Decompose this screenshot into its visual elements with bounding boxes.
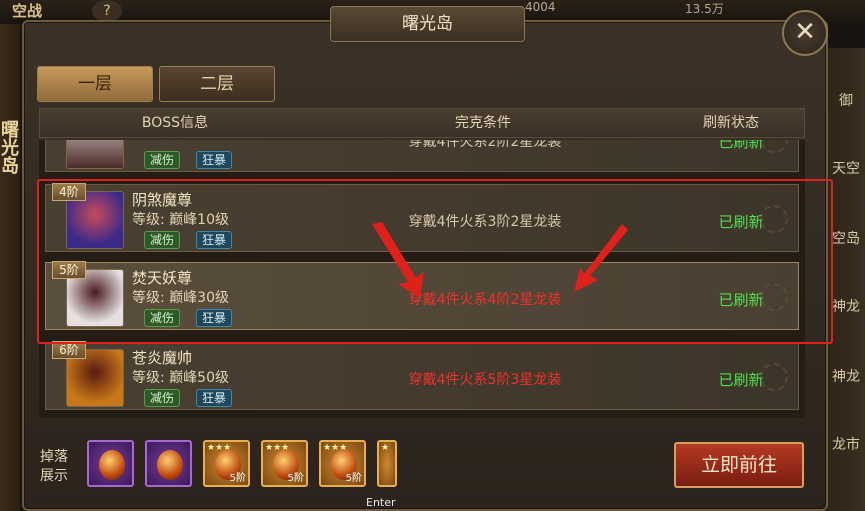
tab-floor-2[interactable]: 二层 <box>159 66 275 102</box>
right-side-item[interactable]: 御 <box>827 90 865 110</box>
dialog-title: 曙光岛 <box>330 6 525 42</box>
table-header: BOSS信息 完克条件 刷新状态 <box>39 108 805 138</box>
dragon-egg-icon <box>157 450 183 480</box>
table-row[interactable]: 减伤 狂暴 穿戴4件火系2阶2星龙装 已刷新 <box>45 140 799 172</box>
header-boss-info: BOSS信息 <box>141 115 209 131</box>
enter-hint: Enter <box>366 496 396 509</box>
boss-portrait <box>66 140 124 169</box>
tab-floor-1[interactable]: 一层 <box>37 66 153 102</box>
drop-item[interactable]: ★★★ 5阶 <box>203 440 250 487</box>
tag-berserk: 狂暴 <box>196 389 233 407</box>
header-status: 刷新状态 <box>703 115 759 131</box>
star-icon: ★ <box>381 443 390 453</box>
header-condition: 完克条件 <box>455 115 511 131</box>
item-tier: 5阶 <box>345 473 362 484</box>
table-row[interactable]: 6阶 苍炎魔帅 等级: 巅峰50级 减伤 狂暴 穿戴4件火系5阶3星龙装 已刷新 <box>45 341 799 410</box>
question-icon[interactable]: ? <box>92 0 122 22</box>
tag-damage-reduction: 减伤 <box>144 151 181 169</box>
resource-counter: 4004 <box>525 0 556 14</box>
tag-berserk: 狂暴 <box>196 151 233 169</box>
boss-level: 等级: 巅峰50级 <box>132 370 229 386</box>
item-tier: 5阶 <box>229 473 246 484</box>
mode-title: 空战 <box>12 2 43 20</box>
left-side-panel <box>0 24 20 511</box>
drop-item[interactable]: ★★★ 5阶 <box>261 440 308 487</box>
left-vertical-title: 曙光岛 <box>0 120 19 174</box>
gear-icon <box>760 363 788 391</box>
drop-item[interactable] <box>87 440 134 487</box>
annotation-arrow-right <box>574 224 628 292</box>
dragon-egg-icon <box>99 450 125 480</box>
right-side-item[interactable]: 天空 <box>827 158 865 178</box>
right-side-item[interactable]: 神龙 <box>827 366 865 386</box>
drop-item[interactable]: ★★★ 5阶 <box>319 440 366 487</box>
drop-item[interactable] <box>145 440 192 487</box>
resource-counter: 13.5万 <box>685 2 724 16</box>
right-side-item[interactable]: 龙市 <box>827 434 865 454</box>
close-icon[interactable]: ✕ <box>782 10 828 56</box>
annotation-highlight-box <box>37 179 833 344</box>
drop-label: 掉落展示 <box>40 449 68 484</box>
tag-damage-reduction: 减伤 <box>144 389 181 407</box>
annotation-arrow-left <box>372 222 424 298</box>
condition-text: 穿戴4件火系2阶2星龙装 <box>408 140 562 150</box>
drop-item[interactable]: ★ <box>377 440 397 487</box>
go-now-button[interactable]: 立即前往 <box>674 442 804 488</box>
item-tier: 5阶 <box>287 473 304 484</box>
boss-name: 苍炎魔帅 <box>132 349 193 367</box>
condition-text: 穿戴4件火系5阶3星龙装 <box>408 372 562 388</box>
